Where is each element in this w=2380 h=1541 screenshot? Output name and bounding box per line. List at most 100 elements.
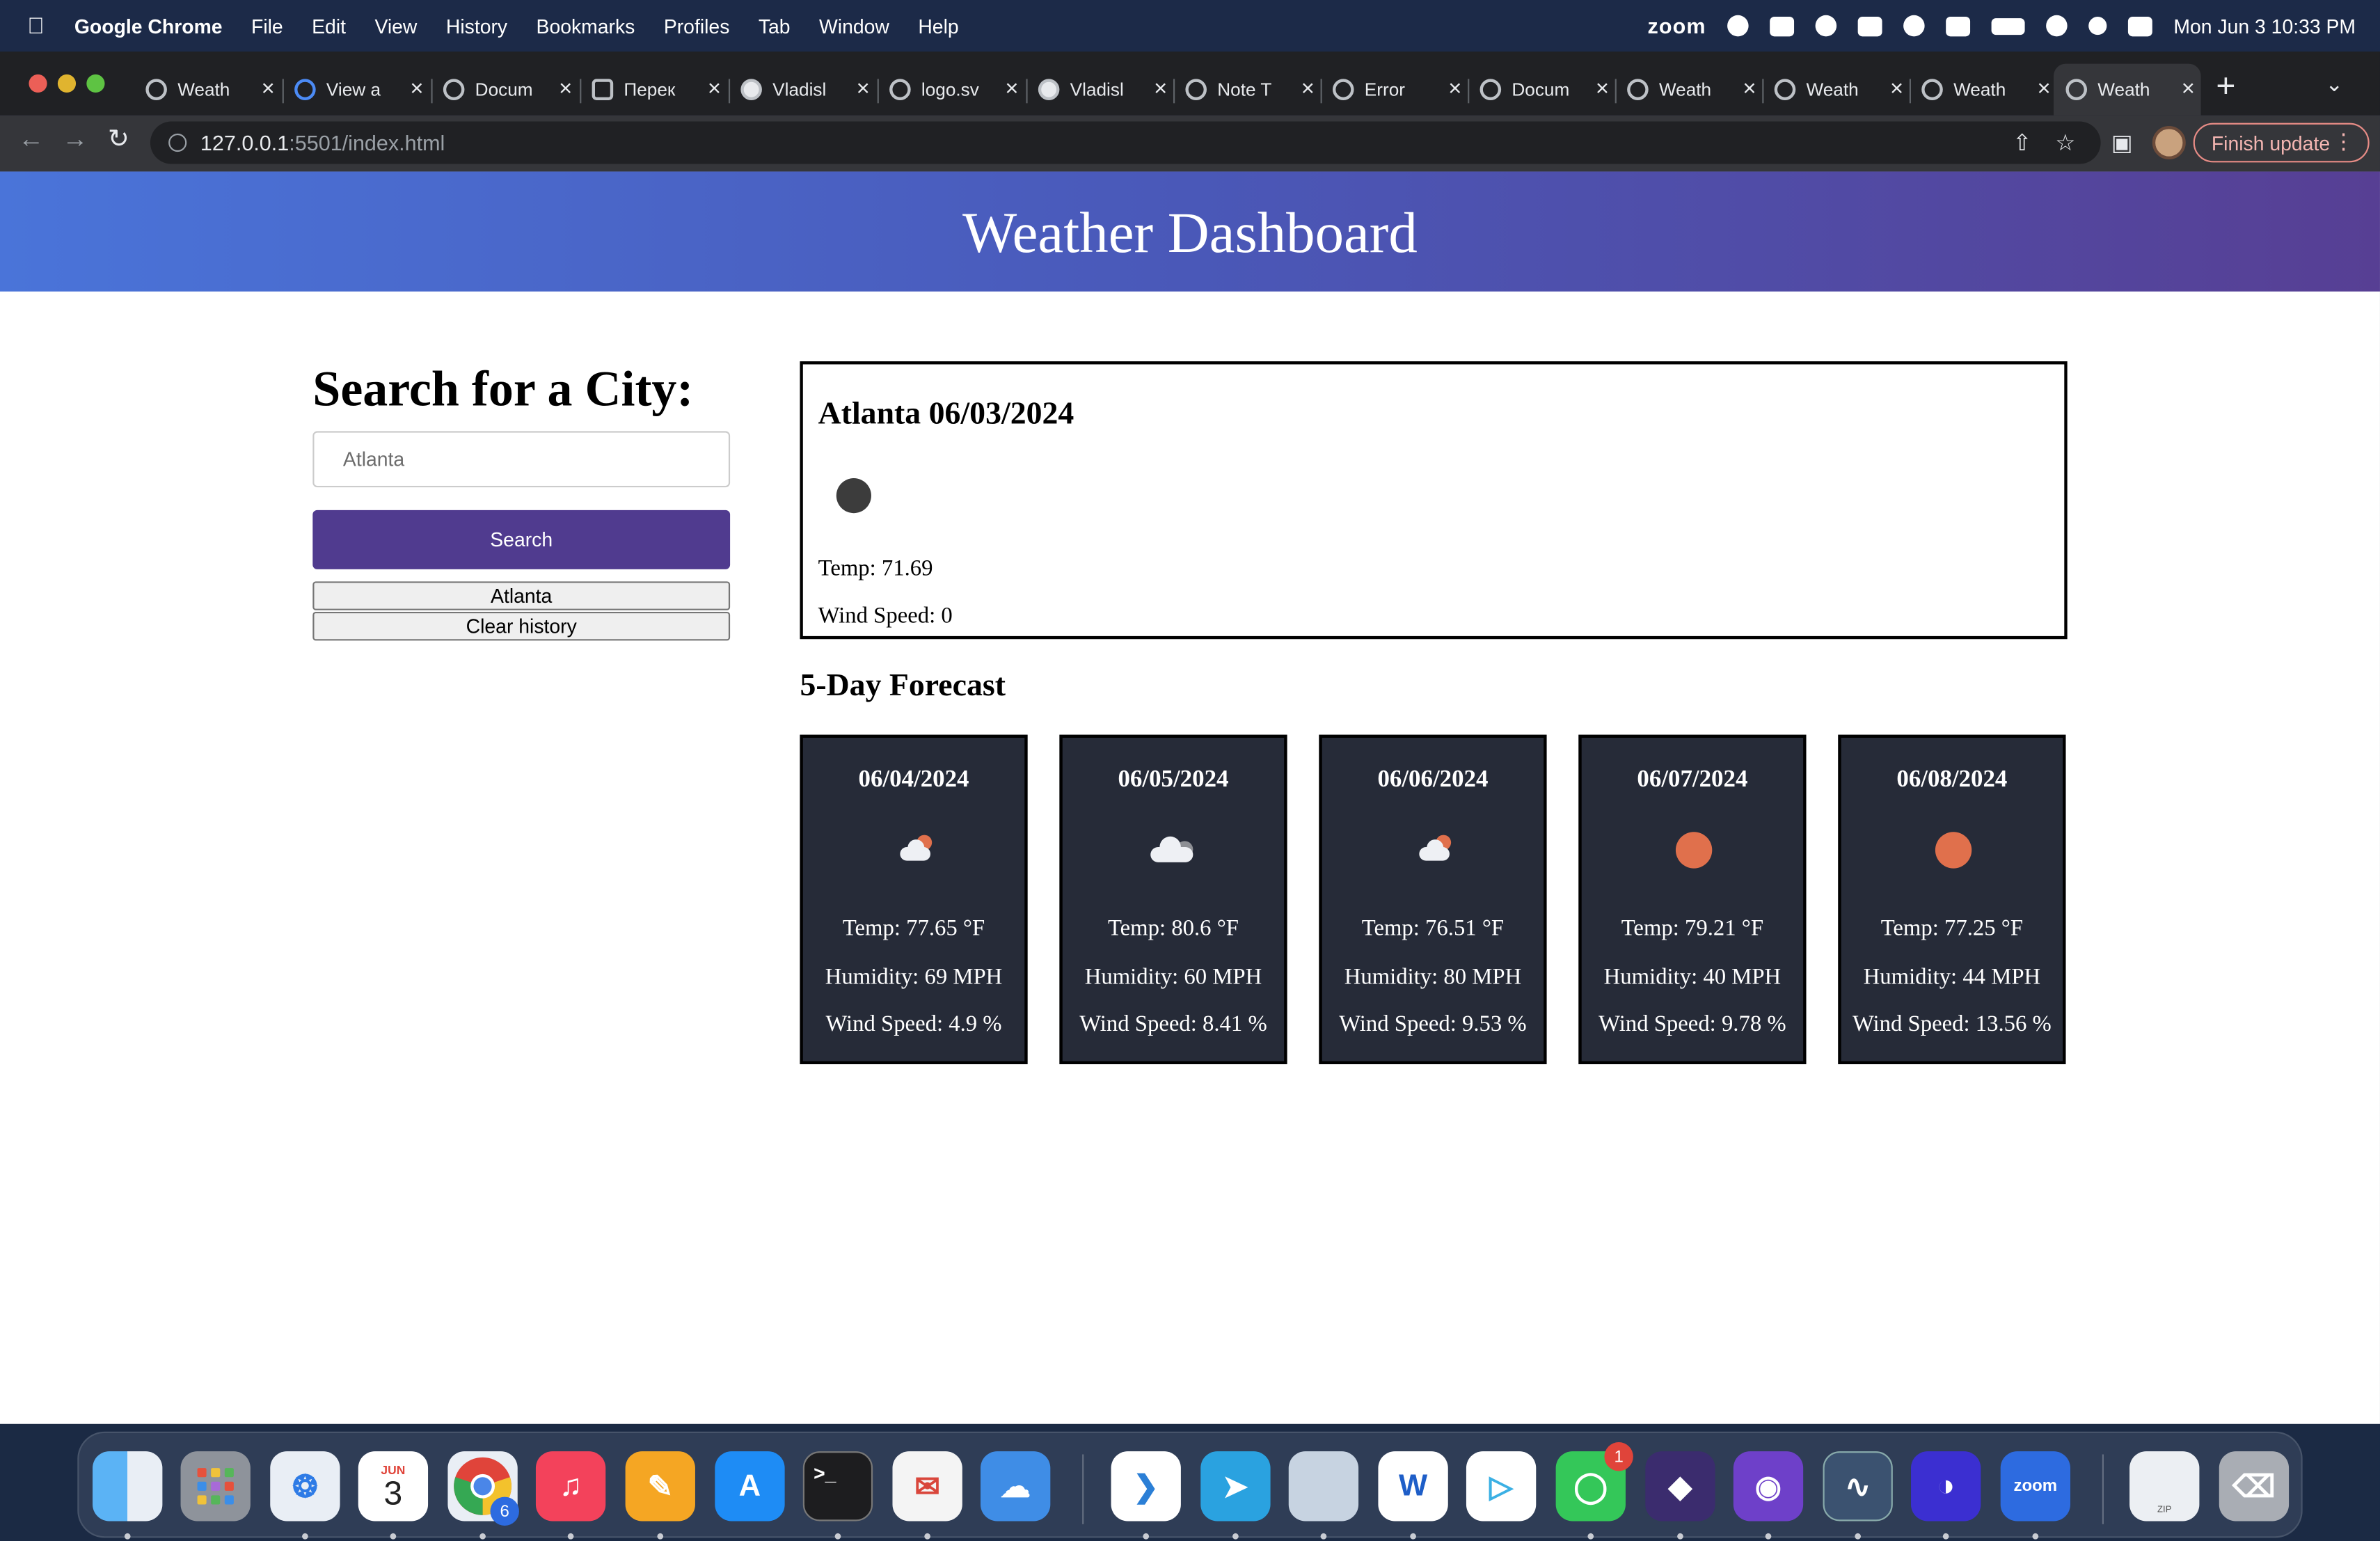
address-bar[interactable]: 127.0.0.1:5501/index.html [150, 121, 2101, 164]
browser-tab[interactable]: Weath × [1615, 64, 1763, 116]
menu-file[interactable]: File [251, 15, 283, 38]
bookmark-star-icon[interactable]: ☆ [2055, 129, 2075, 157]
close-tab-icon[interactable]: × [559, 76, 572, 102]
city-search-input[interactable]: Atlanta [312, 431, 731, 488]
browser-tab[interactable]: View a × [282, 64, 430, 116]
github-icon [1038, 79, 1060, 100]
media-icon[interactable] [1903, 15, 1925, 37]
calendar-icon[interactable]: JUN 3 [358, 1451, 429, 1522]
battery-icon[interactable] [1991, 17, 2025, 35]
weather-app-icon[interactable]: ☁ [980, 1451, 1051, 1522]
browser-tab[interactable]: Docum × [431, 64, 578, 116]
telegram-icon[interactable] [1815, 15, 1837, 37]
finder-icon[interactable] [93, 1451, 163, 1522]
github-desktop-icon[interactable]: ◉ [1733, 1451, 1804, 1522]
status-area: zoom Mon Jun 3 10:33 PM [1648, 0, 2356, 52]
more-menu-icon[interactable]: ⋮ [2333, 129, 2354, 155]
play-icon[interactable] [1770, 15, 1795, 36]
browser-tab[interactable]: Weath × [1909, 64, 2057, 116]
search-button[interactable]: Search [312, 509, 731, 569]
close-tab-icon[interactable]: × [1005, 76, 1018, 102]
tab-search-chevron-icon[interactable]: ⌄ [2325, 72, 2343, 97]
running-indicator [390, 1533, 397, 1540]
shortcuts-icon[interactable]: ◆ [1645, 1451, 1715, 1522]
menu-help[interactable]: Help [918, 15, 958, 38]
browser-tab[interactable]: logo.sv × [877, 64, 1025, 116]
back-icon[interactable]: ← [18, 125, 44, 155]
browser-tab[interactable]: Note T × [1173, 64, 1321, 116]
evernote-icon[interactable] [1727, 15, 1749, 37]
finish-update-button[interactable]: Finish update ⋮ [2193, 123, 2370, 163]
tor-browser-icon[interactable]: ◑ [1911, 1451, 1981, 1522]
browser-tab[interactable]: Weath × [134, 64, 281, 116]
safari-icon[interactable]: ❂ [270, 1451, 340, 1522]
pages-icon[interactable]: ✎ [625, 1451, 695, 1522]
close-tab-icon[interactable]: × [2038, 76, 2051, 102]
control-center-icon[interactable] [2127, 15, 2152, 36]
close-tab-icon[interactable]: × [1743, 76, 1756, 102]
search-icon[interactable] [2088, 16, 2107, 35]
site-info-icon[interactable] [168, 133, 187, 152]
clear-history-button[interactable]: Clear history [312, 611, 731, 641]
car-icon[interactable] [1857, 15, 1882, 36]
close-tab-icon[interactable]: × [1596, 76, 1609, 102]
browser-tab[interactable]: Weath × [1762, 64, 1910, 116]
close-tab-icon[interactable]: × [708, 76, 721, 102]
menu-bookmarks[interactable]: Bookmarks [537, 15, 635, 38]
app-store-icon[interactable]: A [715, 1451, 785, 1522]
profile-avatar[interactable] [2152, 126, 2186, 160]
zoom-app-icon[interactable]: zoom [2000, 1451, 2071, 1522]
forecast-card: 06/04/2024 Temp: 77.65 °F Humidity: 69 M… [800, 734, 1028, 1064]
menu-history[interactable]: History [446, 15, 507, 38]
wifi-icon[interactable] [2046, 15, 2068, 37]
zip-archive-icon[interactable]: ZIP [2129, 1451, 2200, 1522]
browser-tab[interactable]: Vladisl × [1026, 64, 1173, 116]
menu-tab[interactable]: Tab [759, 15, 791, 38]
browser-tab[interactable]: Перек × [580, 64, 727, 116]
menu-profiles[interactable]: Profiles [664, 15, 730, 38]
new-tab-icon[interactable]: + [2216, 67, 2235, 106]
launchpad-icon[interactable] [180, 1451, 251, 1522]
vscode-icon[interactable]: ❯ [1111, 1451, 1181, 1522]
keyboard-input-icon[interactable] [1946, 15, 1971, 36]
close-tab-icon[interactable]: × [1301, 76, 1315, 102]
menu-app-name[interactable]: Google Chrome [74, 15, 223, 38]
word-icon[interactable]: W [1378, 1451, 1448, 1522]
browser-tab[interactable]: Error × [1320, 64, 1468, 116]
side-panel-icon[interactable]: ▣ [2111, 129, 2133, 157]
close-tab-icon[interactable]: × [410, 76, 423, 102]
forward-icon[interactable]: → [62, 125, 88, 155]
close-tab-icon[interactable]: × [1154, 76, 1167, 102]
menu-view[interactable]: View [374, 15, 417, 38]
trash-icon[interactable]: ⌫ [2219, 1451, 2290, 1522]
telegram-icon[interactable]: ➤ [1200, 1451, 1271, 1522]
mail-icon[interactable]: ✉ [892, 1451, 962, 1522]
infuse-icon[interactable]: ▷ [1466, 1451, 1537, 1522]
browser-tab[interactable]: Docum × [1468, 64, 1615, 116]
close-tab-icon[interactable]: × [1448, 76, 1461, 102]
history-city-button[interactable]: Atlanta [312, 581, 731, 610]
mysql-workbench-icon[interactable]: ∿ [1823, 1451, 1893, 1522]
share-icon[interactable]: ⇧ [2013, 129, 2031, 157]
close-tab-icon[interactable]: × [1890, 76, 1903, 102]
close-tab-icon[interactable]: × [262, 76, 275, 102]
clock[interactable]: Mon Jun 3 10:33 PM [2173, 15, 2356, 38]
music-icon[interactable]: ♫ [535, 1451, 606, 1522]
preview-icon[interactable] [1288, 1451, 1359, 1522]
page-title: Weather Dashboard [962, 200, 1418, 265]
close-window-button[interactable] [29, 74, 47, 93]
apple-icon[interactable]:  [27, 13, 51, 39]
menu-window[interactable]: Window [819, 15, 889, 38]
browser-tab-active[interactable]: Weath × [2054, 63, 2201, 116]
forecast-temp: Temp: 77.65 °F [842, 917, 985, 942]
browser-tab[interactable]: Vladisl × [728, 64, 876, 116]
zoom-window-button[interactable] [86, 74, 105, 93]
terminal-icon[interactable]: >_ [802, 1451, 873, 1522]
close-tab-icon[interactable]: × [857, 76, 870, 102]
reload-icon[interactable]: ↻ [108, 125, 129, 155]
zoom-status-label[interactable]: zoom [1648, 14, 1706, 38]
close-tab-icon[interactable]: × [2182, 76, 2195, 102]
minimize-window-button[interactable] [57, 74, 77, 93]
menu-edit[interactable]: Edit [312, 15, 346, 38]
forecast-card: 06/05/2024 Temp: 80.6 °F Humidity: 60 MP… [1059, 734, 1287, 1064]
